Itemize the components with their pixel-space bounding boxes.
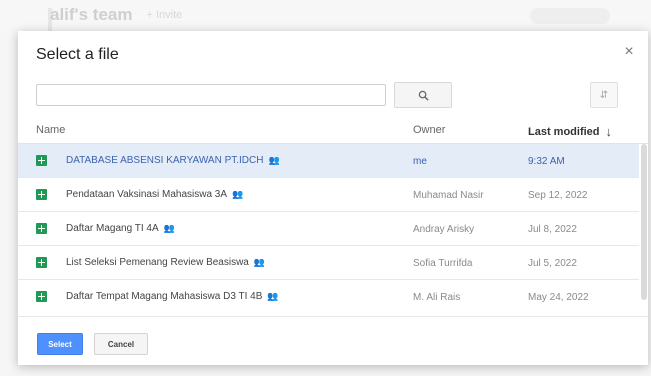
footer-divider — [18, 316, 648, 317]
file-owner: Muhamad Nasir — [413, 190, 484, 201]
file-owner: Sofia Turrifda — [413, 258, 473, 269]
search-button[interactable] — [394, 82, 452, 108]
column-header-name[interactable]: Name — [36, 124, 65, 136]
shared-people-icon: 👥 — [163, 223, 175, 233]
shared-people-icon: 👥 — [232, 189, 243, 199]
file-modified: Sep 12, 2022 — [528, 190, 588, 201]
sheets-icon — [36, 223, 47, 234]
file-modified: Jul 5, 2022 — [528, 258, 577, 269]
file-table-header: Name Owner Last modified ↓ — [18, 115, 648, 144]
shared-people-icon: 👥 — [268, 155, 279, 165]
file-row[interactable]: Daftar Tempat Magang Mahasiswa D3 TI 4B … — [18, 280, 639, 312]
background-team-header: alif's team + Invite — [50, 0, 182, 30]
file-name: Pendataan Vaksinasi Mahasiswa 3A — [66, 189, 228, 200]
search-icon — [418, 90, 429, 101]
file-row[interactable]: Daftar Magang TI 4A 👥 Andray Arisky Jul … — [18, 212, 639, 246]
sheets-icon — [36, 155, 47, 166]
close-icon[interactable]: × — [620, 43, 638, 61]
file-name: Daftar Magang TI 4A — [66, 223, 159, 234]
file-modified: May 24, 2022 — [528, 292, 589, 303]
sheets-icon — [36, 189, 47, 200]
file-owner: Andray Arisky — [413, 224, 475, 235]
select-button[interactable]: Select — [37, 333, 83, 355]
file-owner: M. Ali Rais — [413, 292, 461, 303]
file-modified: Jul 8, 2022 — [528, 224, 577, 235]
file-modified: 9:32 AM — [528, 156, 565, 167]
sheets-icon — [36, 257, 47, 268]
shared-people-icon: 👥 — [253, 257, 265, 267]
file-row[interactable]: DATABASE ABSENSI KARYAWAN PT.IDCH 👥 me 9… — [18, 144, 639, 178]
sort-az-icon: ⇵ — [599, 89, 609, 101]
file-owner: me — [413, 156, 427, 167]
file-name: Daftar Tempat Magang Mahasiswa D3 TI 4B — [66, 291, 263, 302]
sort-down-arrow-icon: ↓ — [605, 124, 613, 139]
file-list-scrollbar[interactable] — [641, 144, 647, 300]
file-row[interactable]: Pendataan Vaksinasi Mahasiswa 3A 👥 Muham… — [18, 178, 639, 212]
background-search-pill — [530, 8, 610, 24]
file-list: DATABASE ABSENSI KARYAWAN PT.IDCH 👥 me 9… — [18, 144, 639, 312]
select-file-dialog: Select a file × ⇵ Name Owner Last modifi… — [18, 31, 648, 365]
file-name: DATABASE ABSENSI KARYAWAN PT.IDCH — [66, 155, 264, 166]
column-header-last-modified[interactable]: Last modified ↓ — [528, 124, 612, 139]
shared-people-icon: 👥 — [267, 291, 278, 301]
file-name: List Seleksi Pemenang Review Beasiswa — [66, 257, 249, 268]
invite-link: + Invite — [146, 9, 183, 21]
sheets-icon — [36, 291, 47, 302]
sort-az-button[interactable]: ⇵ — [590, 82, 618, 108]
column-header-owner[interactable]: Owner — [413, 124, 445, 136]
cancel-button[interactable]: Cancel — [94, 333, 148, 355]
search-input[interactable] — [36, 84, 386, 106]
team-name: alif's team — [50, 5, 133, 24]
dialog-title: Select a file — [36, 46, 119, 63]
last-modified-label: Last modified — [528, 125, 600, 138]
file-row[interactable]: List Seleksi Pemenang Review Beasiswa 👥 … — [18, 246, 639, 280]
